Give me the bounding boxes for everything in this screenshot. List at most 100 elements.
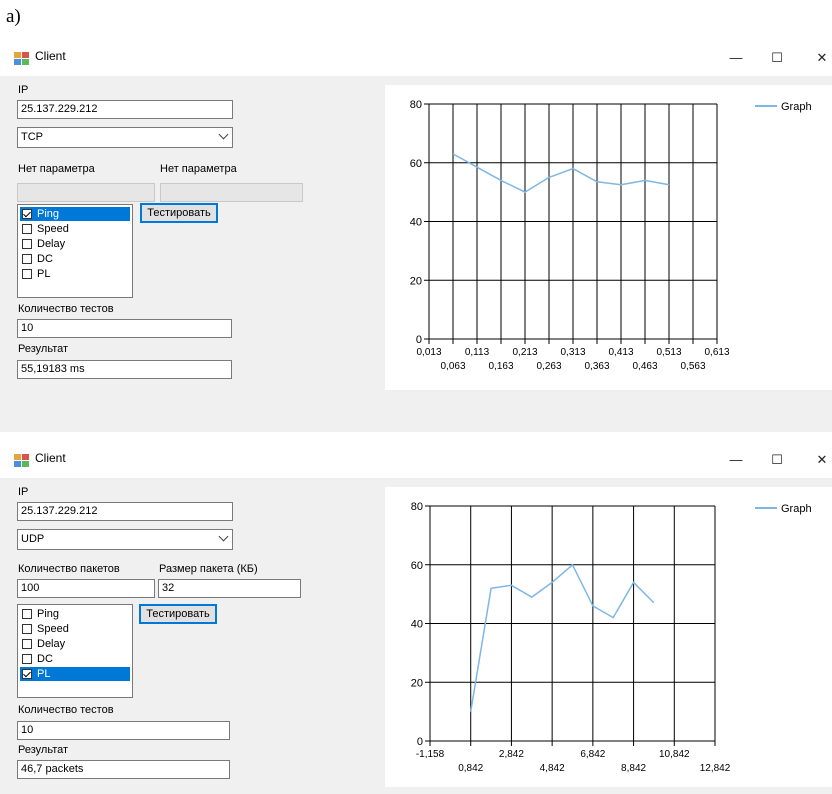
packet-size-label: Размер пакета (КБ) [159,563,258,575]
x-tick-label: 0,163 [488,361,513,372]
line-chart: 0 20 40 60 80 -1,158 2,842 6,842 10,842 0,842 4,84… [411,501,812,774]
client-window-b: Client — ☐ ✕ IP 25.137.229.212 UDP Колич… [0,444,832,794]
protocol-value: UDP [21,533,45,545]
test-button[interactable]: Тестировать [140,203,218,223]
x-tick-label: 6,842 [580,749,605,760]
protocol-select[interactable]: UDP [17,529,233,550]
param1-input[interactable] [17,183,155,202]
x-tick-label: 2,842 [499,749,524,760]
x-tick-label: -1,158 [416,749,445,760]
ip-input[interactable]: 25.137.229.212 [17,502,233,521]
client-area: IP 25.137.229.212 UDP Количество пакетов… [0,478,832,794]
y-tick-label: 40 [410,217,422,229]
param1-label: Нет параметра [18,163,95,175]
protocol-value: TCP [21,131,43,143]
list-item-speed[interactable]: Speed [20,222,130,236]
x-tick-label: 10,842 [659,749,690,760]
chart-panel: 0 20 40 60 80 0,013 0,113 0,213 0,313 0,413 0,513 0… [385,85,832,390]
protocol-select[interactable]: TCP [17,127,233,148]
window-title: Client [35,49,66,63]
y-tick-label: 20 [411,677,423,689]
checkbox[interactable] [22,209,32,219]
x-tick-label: 0,263 [536,361,561,372]
x-tick-label: 0,563 [680,361,705,372]
series-line [469,563,655,712]
close-button[interactable]: ✕ [808,448,832,472]
packet-count-label: Количество пакетов [18,563,120,575]
checkbox[interactable] [22,224,32,234]
x-tick-label: 0,013 [416,347,441,358]
tests-count-input[interactable]: 10 [17,319,232,338]
y-tick-label: 0 [417,736,423,748]
ip-label: IP [18,486,29,498]
tests-count-label: Количество тестов [18,303,114,315]
chevron-down-icon [218,129,229,140]
app-icon [14,52,29,65]
list-item-ping[interactable]: Ping [20,207,130,221]
result-output: 46,7 packets [17,760,230,779]
chart-panel: 0 20 40 60 80 -1,158 2,842 6,842 10,842 0,842 4,84… [385,487,832,787]
list-item-ping[interactable]: Ping [20,607,130,621]
y-tick-label: 20 [410,275,422,287]
x-tick-label: 8,842 [621,763,646,774]
close-button[interactable]: ✕ [808,46,832,70]
maximize-button[interactable]: ☐ [763,448,791,472]
x-tick-label: 0,463 [632,361,657,372]
window-title: Client [35,451,66,465]
x-tick-label: 0,113 [465,347,490,358]
series-line [452,153,670,193]
list-item-delay[interactable]: Delay [20,237,130,251]
test-type-listbox[interactable]: Ping Speed Delay DC PL [17,604,133,698]
x-tick-label: 4,842 [540,763,565,774]
title-bar[interactable]: Client — ☐ ✕ [0,42,832,76]
test-button[interactable]: Тестировать [139,604,217,624]
y-tick-label: 60 [411,560,423,572]
test-type-listbox[interactable]: Ping Speed Delay DC PL [17,204,133,298]
y-tick-label: 80 [411,501,423,513]
checkbox[interactable] [22,254,32,264]
y-tick-label: 0 [416,334,422,346]
x-tick-label: 0,842 [458,763,483,774]
checkbox[interactable] [22,239,32,249]
list-item-dc[interactable]: DC [20,652,130,666]
line-chart: 0 20 40 60 80 0,013 0,113 0,213 0,313 0,413 0,513 0… [410,99,812,372]
list-item-delay[interactable]: Delay [20,637,130,651]
y-tick-label: 60 [410,158,422,170]
client-window-a: Client — ☐ ✕ IP 25.137.229.212 TCP Нет п… [0,42,832,432]
minimize-button[interactable]: — [722,448,750,472]
x-tick-label: 0,613 [704,347,729,358]
checkbox[interactable] [22,639,32,649]
x-tick-label: 0,063 [440,361,465,372]
app-icon [14,454,29,467]
x-tick-label: 12,842 [700,763,731,774]
list-item-pl[interactable]: PL [20,267,130,281]
y-tick-label: 40 [411,619,423,631]
result-label: Результат [18,744,69,756]
checkbox[interactable] [22,269,32,279]
param2-input[interactable] [160,183,303,202]
caption-a: а) [6,6,21,27]
checkbox[interactable] [22,624,32,634]
packet-size-input[interactable]: 32 [158,579,301,598]
list-item-dc[interactable]: DC [20,252,130,266]
checkbox[interactable] [22,669,32,679]
packet-count-input[interactable]: 100 [17,579,155,598]
list-item-pl[interactable]: PL [20,667,130,681]
y-tick-label: 80 [410,99,422,111]
chevron-down-icon [218,531,229,542]
client-area: IP 25.137.229.212 TCP Нет параметра Нет … [0,76,832,432]
title-bar[interactable]: Client — ☐ ✕ [0,444,832,478]
tests-count-input[interactable]: 10 [17,721,230,740]
legend-label: Graph [781,503,812,515]
minimize-button[interactable]: — [722,46,750,70]
x-tick-label: 0,213 [512,347,537,358]
list-item-speed[interactable]: Speed [20,622,130,636]
result-output: 55,19183 ms [17,360,232,379]
tests-count-label: Количество тестов [18,704,114,716]
checkbox[interactable] [22,609,32,619]
ip-input[interactable]: 25.137.229.212 [17,100,233,119]
x-tick-label: 0,313 [560,347,585,358]
x-tick-label: 0,513 [656,347,681,358]
maximize-button[interactable]: ☐ [763,46,791,70]
checkbox[interactable] [22,654,32,664]
